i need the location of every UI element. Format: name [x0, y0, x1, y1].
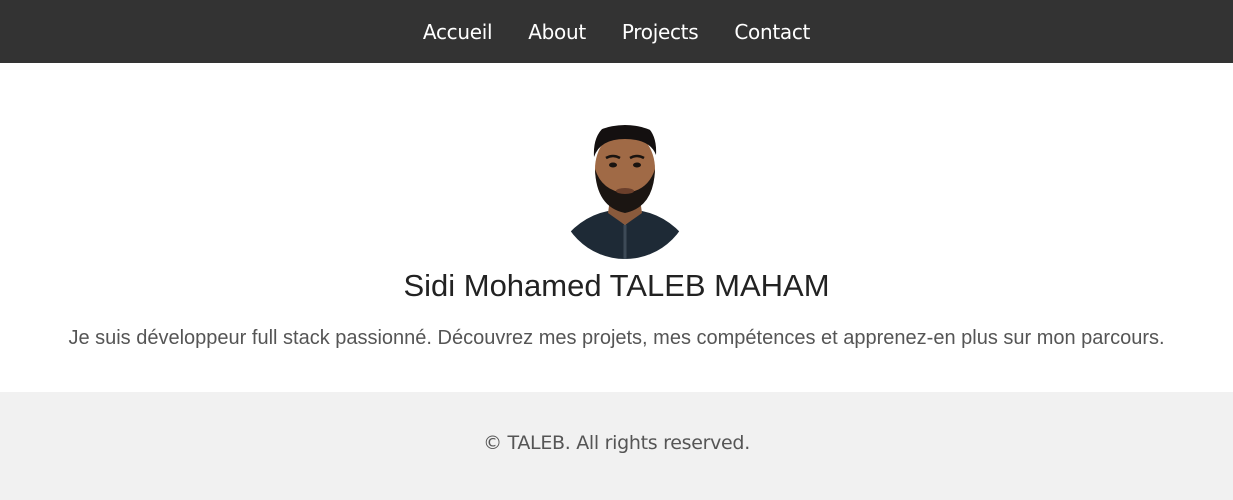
nav-link-projects[interactable]: Projects	[622, 20, 699, 44]
nav-link-accueil[interactable]: Accueil	[423, 20, 493, 44]
nav-link-about[interactable]: About	[528, 20, 586, 44]
page-footer: © TALEB. All rights reserved.	[0, 392, 1233, 500]
hero-section: Sidi Mohamed TALEB MAHAM Je suis dévelop…	[0, 63, 1233, 392]
nav-link-contact[interactable]: Contact	[734, 20, 810, 44]
copyright-text: © TALEB. All rights reserved.	[483, 432, 750, 454]
profile-avatar	[558, 125, 692, 259]
profile-name: Sidi Mohamed TALEB MAHAM	[403, 268, 830, 303]
profile-bio: Je suis développeur full stack passionné…	[68, 327, 1165, 349]
top-navbar: Accueil About Projects Contact	[0, 0, 1233, 63]
